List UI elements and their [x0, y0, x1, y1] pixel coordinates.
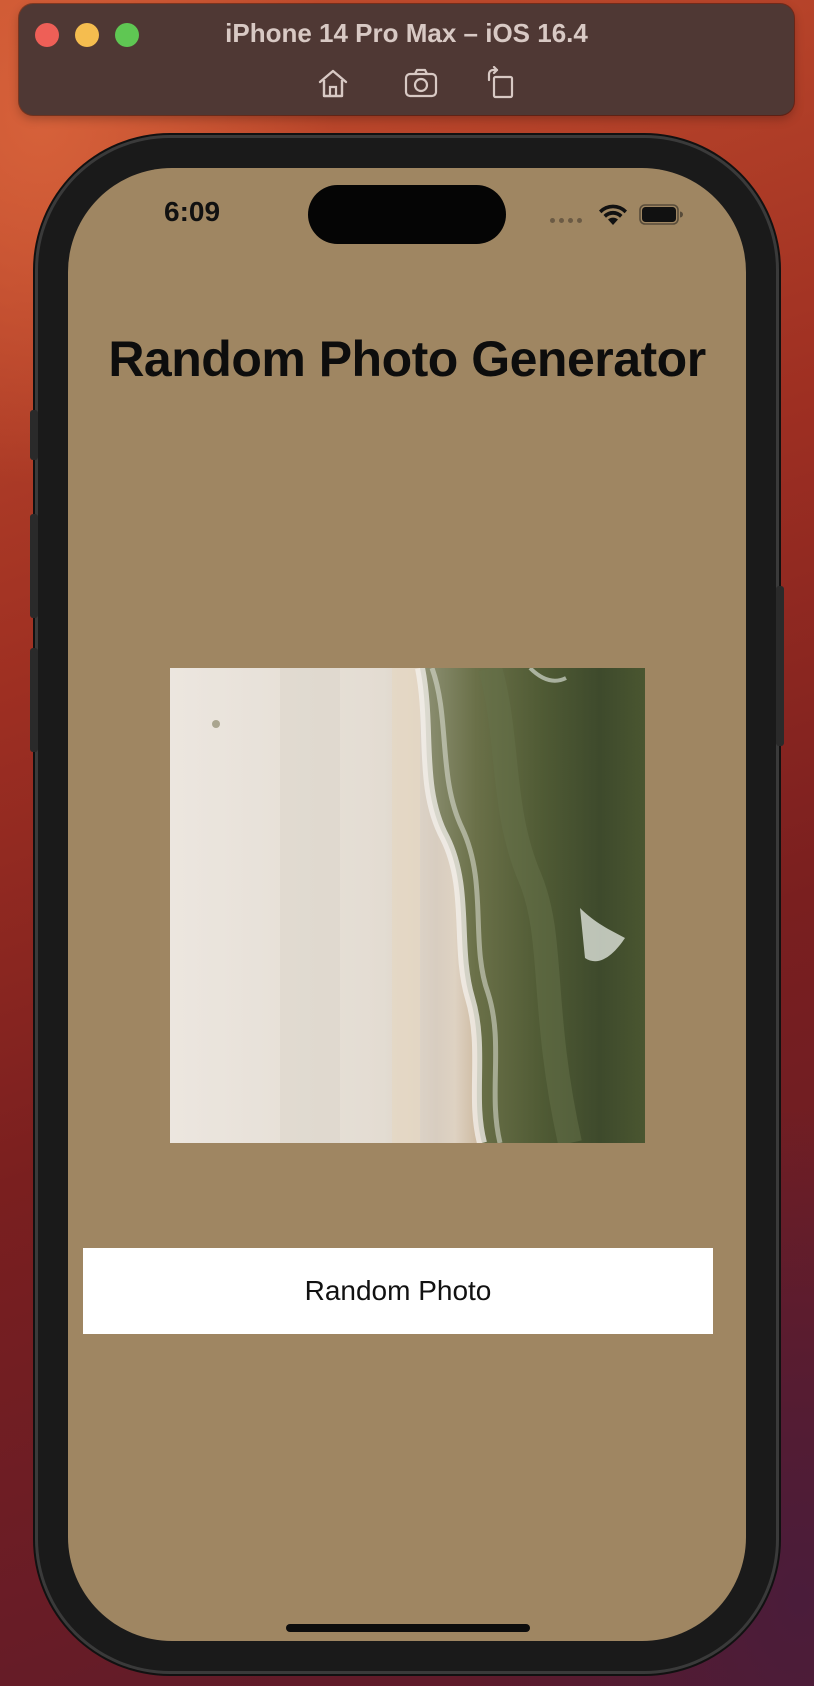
simulator-title-bar: iPhone 14 Pro Max – iOS 16.4 — [19, 4, 794, 115]
status-time: 6:09 — [164, 196, 221, 227]
rotate-icon[interactable] — [483, 65, 519, 100]
action-button — [30, 410, 38, 460]
wifi-icon — [599, 204, 627, 225]
battery-icon — [639, 204, 683, 225]
screenshot-icon[interactable] — [403, 66, 439, 100]
volume-up-button — [30, 514, 38, 618]
home-icon[interactable] — [315, 66, 351, 100]
cellular-dots-icon — [550, 218, 582, 223]
simulator-title: iPhone 14 Pro Max – iOS 16.4 — [225, 18, 588, 48]
volume-down-button — [30, 648, 38, 752]
page-title: Random Photo Generator — [108, 331, 706, 387]
dynamic-island — [308, 185, 506, 244]
power-button — [776, 586, 784, 746]
iphone-device-frame: 6:09 Random Photo Generator Random Photo — [30, 138, 784, 1671]
phone-screen: 6:09 Random Photo Generator Random Photo — [68, 168, 746, 1641]
random-photo-button[interactable]: Random Photo — [83, 1248, 713, 1334]
random-photo-image — [170, 668, 645, 1143]
home-indicator[interactable] — [286, 1624, 530, 1632]
